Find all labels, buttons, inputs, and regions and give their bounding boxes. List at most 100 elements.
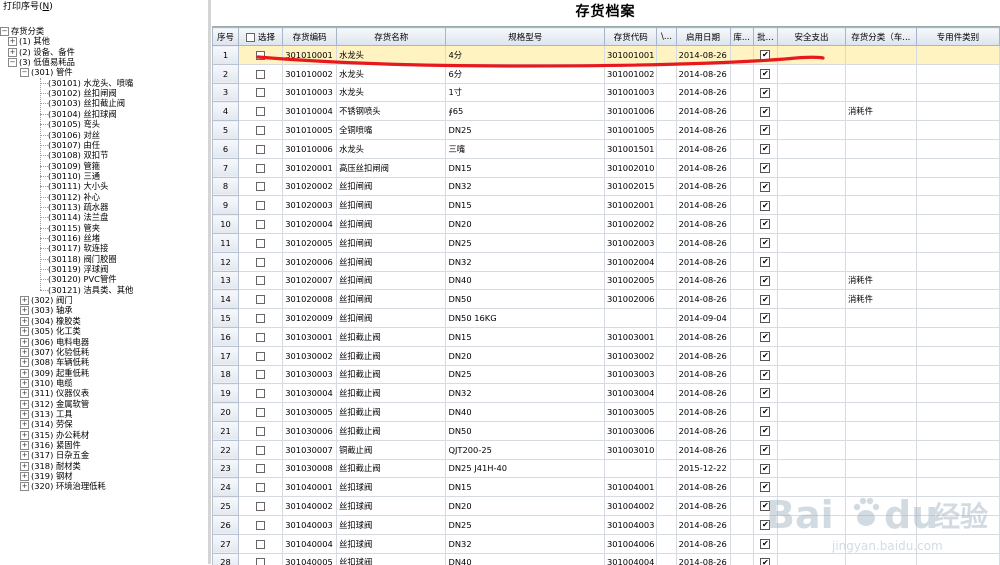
select-cell[interactable] [238,45,284,65]
batch-cell[interactable]: ✔ [752,326,778,347]
tree-item-level3[interactable]: (30114) 法兰盘 [48,212,108,222]
batch-cell[interactable]: ✔ [752,439,778,460]
tree-item-level1[interactable]: + (2) 设备、备件 [8,47,75,57]
select-cell[interactable] [238,533,284,554]
batch-cell[interactable]: ✔ [752,458,778,479]
tree-item-level2[interactable]: + (304) 橡胶类 [20,316,81,326]
batch-checkbox-checked[interactable]: ✔ [760,350,771,361]
row-select-checkbox[interactable] [256,69,266,79]
row-select-checkbox[interactable] [256,144,266,154]
column-header[interactable]: 存货代码 [603,27,658,46]
select-cell[interactable] [238,101,284,122]
table-row[interactable]: 7 301020001 高压丝扣闸阀 DN15 301002010 2014-08-26 ✔ [212,157,1000,178]
expand-icon[interactable]: + [20,409,29,419]
table-row[interactable]: 13 301020007 丝扣闸阀 DN40 301002005 2014-08-26 ✔ 消… [212,270,1000,291]
batch-cell[interactable]: ✔ [752,251,778,272]
row-select-checkbox[interactable] [256,220,266,230]
select-cell[interactable] [238,176,284,197]
tree-item-level3[interactable]: (30109) 管箍 [48,161,100,171]
batch-checkbox-checked[interactable]: ✔ [760,144,771,155]
table-row[interactable]: 11 301020005 丝扣闸阀 DN25 301002003 2014-08-26 ✔ [212,232,1000,253]
column-header[interactable]: 规格型号 [445,27,605,46]
column-header[interactable]: 选择 [238,27,284,46]
expand-icon[interactable]: + [20,296,29,306]
row-select-checkbox[interactable] [256,163,266,173]
expand-icon[interactable]: + [20,347,29,357]
select-cell[interactable] [238,458,284,479]
expand-icon[interactable]: + [20,451,29,461]
table-row[interactable]: 16 301030001 丝扣截止阀 DN15 301003001 2014-08-26 ✔ [212,326,1000,347]
collapse-icon[interactable]: − [20,68,29,78]
table-row[interactable]: 21 301030006 丝扣截止阀 DN50 301003006 2014-08-26 ✔ [212,420,1000,441]
batch-checkbox-checked[interactable]: ✔ [760,275,771,286]
row-select-checkbox[interactable] [256,332,266,342]
expand-icon[interactable]: + [20,306,29,316]
row-select-checkbox[interactable] [256,426,266,436]
select-cell[interactable] [238,326,284,347]
table-row[interactable]: 8 301020002 丝扣闸阀 DN32 301002015 2014-08-26 ✔ [212,176,1000,197]
select-cell[interactable] [238,345,284,366]
select-cell[interactable] [238,514,284,535]
tree-item-level2[interactable]: + (308) 车辆低耗 [20,357,89,368]
select-all-checkbox[interactable] [246,32,256,42]
batch-checkbox-checked[interactable]: ✔ [760,256,771,267]
expand-icon[interactable]: + [20,368,29,378]
tree-item-level2[interactable]: − (301) 管件 [20,67,73,78]
tree-item-level2[interactable]: + (315) 办公耗材 [20,430,89,440]
table-row[interactable]: 14 301020008 丝扣闸阀 DN50 301002006 2014-08-26 ✔ 消… [212,289,1000,310]
table-row[interactable]: 22 301030007 铜截止阀 QJT200-25 301003010 2014-08… [212,439,1000,460]
tree-item-level3[interactable]: (30119) 浮球阀 [48,264,108,274]
batch-checkbox-checked[interactable]: ✔ [760,444,771,455]
tree-item-level2[interactable]: + (314) 劳保 [20,419,73,430]
batch-cell[interactable]: ✔ [752,195,778,216]
row-select-checkbox[interactable] [256,257,266,267]
collapse-icon[interactable]: − [0,27,9,36]
expand-icon[interactable]: + [8,47,17,57]
table-row[interactable]: 9 301020003 丝扣闸阀 DN15 301002001 2014-08-26 ✔ [212,195,1000,216]
select-cell[interactable] [238,270,284,291]
table-row[interactable]: 6 301010006 水龙头 三嘴 301001501 2014-08-26 ✔ [212,138,1000,159]
row-select-checkbox[interactable] [256,238,266,248]
expand-icon[interactable]: + [20,482,29,492]
select-cell[interactable] [238,383,284,404]
panel-splitter[interactable] [208,0,211,564]
batch-cell[interactable]: ✔ [752,270,778,291]
batch-checkbox-checked[interactable]: ✔ [760,219,771,230]
column-header[interactable]: 批... [752,27,778,46]
batch-cell[interactable]: ✔ [752,82,778,103]
select-cell[interactable] [238,402,284,422]
row-select-checkbox[interactable] [256,126,266,136]
batch-checkbox-checked[interactable]: ✔ [760,87,771,98]
tree-item-level2[interactable]: + (316) 紧固件 [20,440,81,450]
column-header[interactable]: 序号 [212,27,240,46]
tree-item-level2[interactable]: + (307) 化验低耗 [20,347,89,357]
tree-item-level2[interactable]: + (320) 环境治理低耗 [20,481,106,492]
batch-checkbox-checked[interactable]: ✔ [760,68,771,79]
select-cell[interactable] [238,82,284,103]
tree-item-level1[interactable]: − (3) 低值易耗品 [8,57,75,68]
expand-icon[interactable]: + [20,399,29,409]
batch-cell[interactable]: ✔ [752,120,778,140]
batch-checkbox-checked[interactable]: ✔ [760,426,771,437]
tree-item-level2[interactable]: + (317) 日杂五金 [20,450,89,461]
column-header[interactable]: 库... [729,27,754,46]
table-row[interactable]: 23 301030008 丝扣截止阀 DN25 J41H-40 2015-12-22 ✔ [212,458,1000,479]
tree-item-level2[interactable]: + (309) 起重低耗 [20,368,89,378]
expand-icon[interactable]: + [20,389,29,399]
expand-icon[interactable]: + [20,461,29,471]
tree-item-level2[interactable]: + (313) 工具 [20,409,73,419]
column-header[interactable]: 存货分类（车... [844,27,917,46]
tree-item-level2[interactable]: + (302) 阀门 [20,295,73,306]
table-row[interactable]: 12 301020006 丝扣闸阀 DN32 301002004 2014-08-26 ✔ [212,251,1000,272]
row-select-checkbox[interactable] [256,351,266,361]
row-select-checkbox[interactable] [256,520,266,530]
batch-checkbox-checked[interactable]: ✔ [760,332,771,343]
row-select-checkbox[interactable] [256,295,266,305]
select-cell[interactable] [238,195,284,216]
select-cell[interactable] [238,420,284,441]
select-cell[interactable] [238,232,284,253]
batch-checkbox-checked[interactable]: ✔ [760,200,771,211]
tree-item-level3[interactable]: (30116) 丝堵 [48,233,100,243]
tree-item-level3[interactable]: (30121) 洁具类、其他 [48,285,133,295]
row-select-checkbox[interactable] [256,445,266,455]
